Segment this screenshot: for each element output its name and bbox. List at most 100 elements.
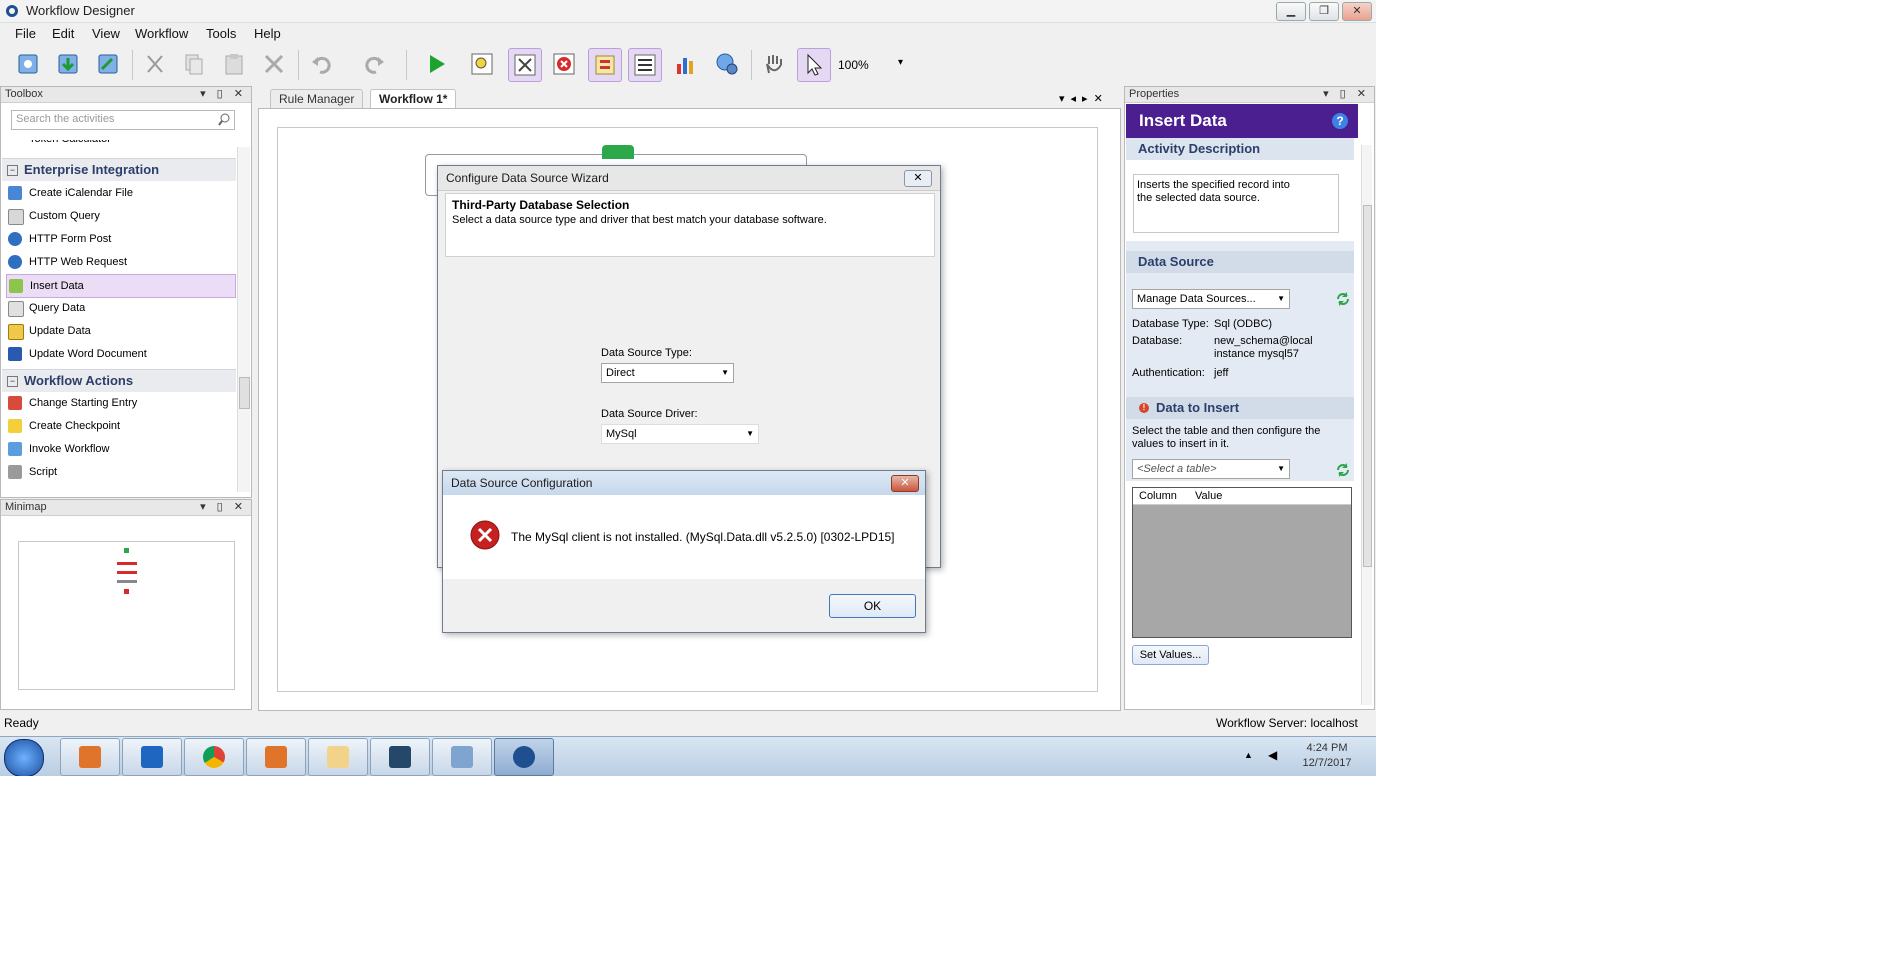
properties-scrollbar[interactable] xyxy=(1361,145,1372,705)
chevron-down-icon: ▼ xyxy=(1277,294,1285,303)
menu-file[interactable]: File xyxy=(15,26,36,41)
refresh-icon[interactable] xyxy=(1335,291,1351,307)
save-workflow-button[interactable] xyxy=(92,48,124,80)
start-node[interactable] xyxy=(602,145,634,159)
data-source-value: Manage Data Sources... xyxy=(1137,293,1256,305)
toolbox-item-update-data[interactable]: Update Data xyxy=(6,320,234,342)
data-source-type-select[interactable]: Direct ▼ xyxy=(601,363,734,383)
toolbox-item-create-checkpoint[interactable]: Create Checkpoint xyxy=(6,415,234,437)
tab-rule-manager[interactable]: Rule Manager xyxy=(270,89,364,108)
dialog-close-button[interactable]: ✕ xyxy=(891,475,919,492)
taskbar-app-laserfiche[interactable] xyxy=(60,738,120,776)
set-values-button[interactable]: Set Values... xyxy=(1132,645,1209,665)
menu-view[interactable]: View xyxy=(92,26,120,41)
pan-button[interactable] xyxy=(758,48,790,80)
taskbar-app-explorer[interactable] xyxy=(308,738,368,776)
wizard-close-button[interactable]: ✕ xyxy=(904,170,932,187)
open-workflow-button[interactable] xyxy=(52,48,84,80)
menu-edit[interactable]: Edit xyxy=(52,26,74,41)
table-select[interactable]: <Select a table> ▼ xyxy=(1132,459,1290,479)
undo-button[interactable] xyxy=(306,48,338,80)
clock-date[interactable]: 12/7/2017 xyxy=(1297,757,1357,769)
data-source-section: Data Source xyxy=(1126,251,1354,273)
minimap-canvas[interactable] xyxy=(18,541,235,690)
zoom-level[interactable]: 100% xyxy=(838,58,869,72)
minimap-title: Minimap xyxy=(5,501,47,513)
panel-controls[interactable]: ▾ ▯ ✕ xyxy=(1323,87,1370,102)
server-button[interactable] xyxy=(711,48,743,80)
toolbox-item-insert-data[interactable]: Insert Data xyxy=(6,274,236,298)
title-bar: Workflow Designer ▁ ❐ ✕ xyxy=(0,0,1376,23)
toolbox-item-invoke-workflow[interactable]: Invoke Workflow xyxy=(6,438,234,460)
chart-button[interactable] xyxy=(670,48,702,80)
start-button[interactable] xyxy=(4,739,44,776)
scissors-icon xyxy=(147,55,163,73)
scrollbar-thumb[interactable] xyxy=(1363,205,1372,567)
tab-workflow-1[interactable]: Workflow 1* xyxy=(370,89,457,109)
dialog-body: The MySql client is not installed. (MySq… xyxy=(443,495,925,579)
list-toggle-button[interactable] xyxy=(628,48,662,82)
menu-help[interactable]: Help xyxy=(254,26,281,41)
toolbox-item-change-starting-entry[interactable]: Change Starting Entry xyxy=(6,392,234,414)
column-value-grid[interactable]: Column Value xyxy=(1132,487,1352,638)
toolbox-item-http-web-request[interactable]: HTTP Web Request xyxy=(6,251,234,273)
toolbox-item-http-form-post[interactable]: HTTP Form Post xyxy=(6,228,234,250)
close-button[interactable]: ✕ xyxy=(1342,2,1372,21)
find-button[interactable] xyxy=(466,48,498,80)
data-source-driver-select[interactable]: MySql ▼ xyxy=(601,424,759,444)
new-workflow-button[interactable] xyxy=(12,48,44,80)
toolbox-item-label: Create Checkpoint xyxy=(29,420,121,432)
status-text: Ready xyxy=(4,716,39,730)
group-enterprise-integration[interactable]: − Enterprise Integration xyxy=(2,158,236,181)
select-button[interactable] xyxy=(797,48,831,82)
stop-button[interactable] xyxy=(548,48,580,80)
error-icon xyxy=(553,53,575,75)
activity-description-textarea[interactable]: Inserts the specified record into the se… xyxy=(1133,174,1339,233)
tab-controls[interactable]: ▾◂▸✕ xyxy=(1059,92,1109,105)
database-value-line2: instance mysql57 xyxy=(1214,348,1299,360)
paste-button[interactable] xyxy=(218,48,250,80)
tray-arrow-icon[interactable]: ▲ xyxy=(1244,750,1253,760)
toolbox-item-create-icalendar[interactable]: Create iCalendar File xyxy=(6,182,234,204)
scrollbar-thumb[interactable] xyxy=(239,377,250,409)
taskbar-app-chrome[interactable] xyxy=(184,738,244,776)
run-button[interactable] xyxy=(420,48,452,80)
taskbar-app-forms[interactable] xyxy=(246,738,306,776)
menu-workflow[interactable]: Workflow xyxy=(135,26,188,41)
toolbox-item-script[interactable]: Script xyxy=(6,461,234,483)
wizard-heading: Third-Party Database Selection xyxy=(452,198,630,212)
minimize-button[interactable]: ▁ xyxy=(1276,2,1306,21)
panel-controls[interactable]: ▾ ▯ ✕ xyxy=(200,87,247,102)
cut-button[interactable] xyxy=(139,48,171,80)
toolbox-item-update-word-document[interactable]: Update Word Document xyxy=(6,343,234,365)
toolbox-item-query-data[interactable]: Query Data xyxy=(6,297,234,319)
properties-activity-header: Insert Data ? xyxy=(1126,104,1358,138)
toolbox-search-input[interactable]: Search the activities xyxy=(11,110,235,130)
data-source-select[interactable]: Manage Data Sources... ▼ xyxy=(1132,289,1290,309)
taskbar-app-admin[interactable] xyxy=(432,738,492,776)
redo-button[interactable] xyxy=(358,48,390,80)
tools-toggle-button[interactable] xyxy=(508,48,542,82)
menu-tools[interactable]: Tools xyxy=(206,26,236,41)
delete-button[interactable] xyxy=(258,48,290,80)
refresh-icon[interactable] xyxy=(1335,462,1351,478)
maximize-button[interactable]: ❐ xyxy=(1309,2,1339,21)
taskbar-app-mysql[interactable] xyxy=(370,738,430,776)
toolbox-scrollbar[interactable] xyxy=(237,147,250,492)
help-icon[interactable]: ? xyxy=(1332,113,1348,129)
checklist-toggle-button[interactable] xyxy=(588,48,622,82)
database-type-label: Database Type: xyxy=(1132,318,1209,330)
copy-button[interactable] xyxy=(178,48,210,80)
list-item[interactable]: Token Calculator xyxy=(6,140,234,154)
ok-button[interactable]: OK xyxy=(829,594,916,618)
zoom-dropdown-arrow[interactable]: ▾ xyxy=(898,57,903,68)
toolbox-item-custom-query[interactable]: Custom Query xyxy=(6,205,234,227)
volume-icon[interactable]: ◀ xyxy=(1268,748,1277,762)
panel-controls[interactable]: ▾ ▯ ✕ xyxy=(200,500,247,515)
clock-time[interactable]: 4:24 PM xyxy=(1301,742,1353,754)
redo-icon xyxy=(365,56,384,74)
taskbar-app-outlook[interactable] xyxy=(122,738,182,776)
taskbar-app-workflow-designer[interactable] xyxy=(494,738,554,776)
group-workflow-actions[interactable]: − Workflow Actions xyxy=(2,369,236,392)
data-to-insert-description: Select the table and then configure the … xyxy=(1132,425,1321,450)
